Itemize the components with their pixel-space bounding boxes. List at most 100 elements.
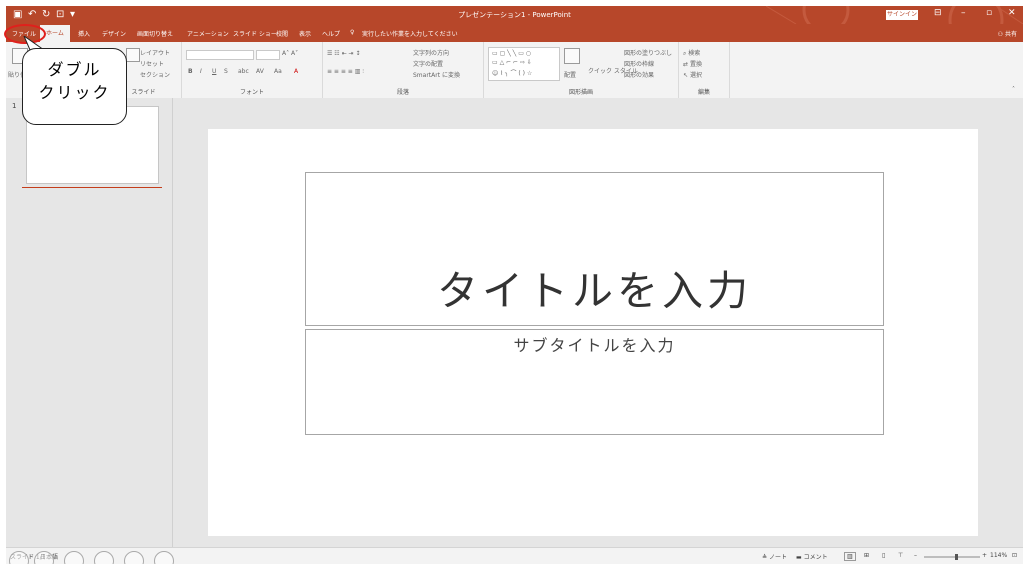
normal-view-icon[interactable]: ▥ bbox=[844, 552, 856, 561]
title-bar: ▣ ↶ ↻ ⊡ ▾ プレゼンテーション1 - PowerPoint サインイン … bbox=[6, 6, 1023, 24]
search-icon: ⌕ bbox=[683, 50, 687, 57]
bold-icon[interactable]: B bbox=[188, 68, 193, 75]
close-icon[interactable]: ✕ bbox=[1008, 8, 1016, 18]
overlay-circle-icon bbox=[9, 551, 29, 564]
shape-icons-row3: ☺ ⌇ ╮ ⌒ ( ) ☆ bbox=[492, 70, 533, 77]
fit-to-window-icon[interactable]: ⊡ bbox=[1012, 552, 1017, 559]
tab-transitions[interactable]: 画面切り替え bbox=[137, 29, 173, 38]
slide-canvas[interactable]: タイトルを入力 サブタイトルを入力 bbox=[208, 129, 978, 536]
grow-font-icon[interactable]: A˄ A˅ bbox=[282, 50, 298, 57]
overlay-pen-icon bbox=[64, 551, 84, 564]
shape-outline-button[interactable]: 図形の枠線 bbox=[624, 59, 654, 68]
comments-label: コメント bbox=[803, 554, 828, 561]
replace-button[interactable]: ⇄ 置換 bbox=[683, 59, 702, 68]
insertion-marker bbox=[22, 187, 162, 188]
group-editing-label: 編集 bbox=[697, 89, 710, 96]
title-placeholder-text: タイトルを入力 bbox=[437, 267, 752, 315]
layout-button[interactable]: レイアウト bbox=[140, 48, 170, 57]
replace-icon: ⇄ bbox=[683, 61, 689, 68]
align-text-button[interactable]: 文字の配置 bbox=[413, 59, 443, 68]
strikethrough-icon[interactable]: abc bbox=[238, 68, 249, 75]
group-drawing-label: 図形描画 bbox=[568, 89, 593, 96]
section-button[interactable]: セクション bbox=[140, 70, 170, 79]
new-slide-icon[interactable] bbox=[126, 48, 140, 62]
comments-button[interactable]: ▬ コメント bbox=[796, 552, 828, 561]
slide-sorter-icon[interactable]: ⊞ bbox=[864, 552, 869, 559]
char-spacing-icon[interactable]: AV bbox=[256, 68, 264, 75]
tab-slide-show[interactable]: スライド ショー bbox=[233, 29, 277, 38]
italic-icon[interactable]: I bbox=[200, 68, 202, 75]
tab-review[interactable]: 校閲 bbox=[276, 29, 288, 38]
text-direction-button[interactable]: 文字列の方向 bbox=[413, 48, 449, 57]
font-name-box[interactable] bbox=[186, 50, 254, 60]
screenshot-root: ▣ ↶ ↻ ⊡ ▾ プレゼンテーション1 - PowerPoint サインイン … bbox=[0, 0, 1024, 570]
tab-animations[interactable]: アニメーション bbox=[187, 29, 229, 38]
select-button[interactable]: ↖ 選択 bbox=[683, 70, 702, 79]
change-case-icon[interactable]: Aa bbox=[274, 68, 282, 75]
align-icons[interactable]: ≡ ≡ ≡ ≡ ▥ ⫶ bbox=[327, 68, 364, 76]
overlay-zoom-icon bbox=[124, 551, 144, 564]
replace-label: 置換 bbox=[689, 61, 702, 68]
share-label: 共有 bbox=[1004, 31, 1017, 38]
subtitle-placeholder[interactable]: サブタイトルを入力 bbox=[305, 329, 884, 435]
callout-text: ダブル クリック bbox=[38, 60, 111, 102]
overlay-slides-icon bbox=[94, 551, 114, 564]
group-font: A˄ A˅ B I U S abc AV Aa A フォント bbox=[182, 42, 323, 98]
instruction-callout: ダブル クリック bbox=[22, 48, 127, 125]
notes-button[interactable]: ≜ ノート bbox=[762, 552, 787, 561]
ribbon-display-options-icon[interactable]: ⊟ bbox=[934, 8, 942, 18]
slideshow-view-icon[interactable]: ⊤ bbox=[898, 552, 903, 559]
find-label: 検索 bbox=[688, 50, 701, 57]
group-font-label: フォント bbox=[239, 89, 264, 96]
shadow-icon[interactable]: S bbox=[224, 68, 228, 75]
zoom-level[interactable]: 114% bbox=[990, 552, 1007, 559]
notes-icon: ≜ bbox=[762, 554, 768, 561]
maximize-icon[interactable]: ▫ bbox=[986, 8, 992, 18]
overlay-more-icon bbox=[154, 551, 174, 564]
zoom-in-icon[interactable]: + bbox=[982, 552, 987, 559]
group-drawing: ▭ ▢ ╲ ╲ ▭ ○ ▭ △ ⌐ ⌐ ⇨ ⇩ ☺ ⌇ ╮ ⌒ ( ) ☆ 配置… bbox=[484, 42, 679, 98]
minimize-icon[interactable]: – bbox=[961, 8, 966, 18]
ribbon-home: 貼り付け レイアウト リセット セクション スライド A˄ A˅ B I U S… bbox=[6, 42, 1023, 99]
group-paragraph: ☰ ☷ ⇤ ⇥ ↕ ≡ ≡ ≡ ≡ ▥ ⫶ 文字列の方向 文字の配置 Smart… bbox=[323, 42, 484, 98]
title-placeholder[interactable]: タイトルを入力 bbox=[305, 172, 884, 326]
find-button[interactable]: ⌕ 検索 bbox=[683, 48, 700, 58]
ribbon-tab-bar: ファイル ホーム 挿入 デザイン 画面切り替え アニメーション スライド ショー… bbox=[6, 24, 1023, 42]
bullets-icon[interactable]: ☰ ☷ ⇤ ⇥ ↕ bbox=[327, 50, 360, 57]
tab-view[interactable]: 表示 bbox=[299, 29, 311, 38]
shape-icons-row2: ▭ △ ⌐ ⌐ ⇨ ⇩ bbox=[492, 59, 532, 66]
zoom-slider[interactable] bbox=[924, 554, 980, 560]
zoom-out-icon[interactable]: – bbox=[914, 552, 917, 559]
sign-in-button[interactable]: サインイン bbox=[886, 10, 918, 20]
slide-editing-area: タイトルを入力 サブタイトルを入力 bbox=[173, 98, 1023, 547]
collapse-ribbon-icon[interactable]: ˄ bbox=[1012, 86, 1015, 93]
font-color-icon[interactable]: A bbox=[294, 68, 298, 75]
tab-help[interactable]: ヘルプ bbox=[322, 29, 340, 38]
person-icon: ⚇ bbox=[997, 31, 1004, 38]
overlay-back-icon bbox=[34, 551, 54, 564]
status-bar: スライド 1/1 日本語 ≜ ノート ▬ コメント ▥ ⊞ ▯ ⊤ – + 11… bbox=[6, 547, 1023, 564]
cursor-icon: ↖ bbox=[683, 72, 689, 79]
lightbulb-icon: ♀ bbox=[350, 29, 355, 36]
tab-design[interactable]: デザイン bbox=[102, 29, 126, 38]
tab-insert[interactable]: 挿入 bbox=[78, 29, 90, 38]
comment-icon: ▬ bbox=[796, 554, 802, 561]
notes-label: ノート bbox=[768, 554, 787, 561]
group-paragraph-label: 段落 bbox=[396, 89, 409, 96]
reset-button[interactable]: リセット bbox=[140, 59, 164, 68]
slide-thumbnail-pane: 1 bbox=[6, 98, 173, 547]
shape-icons-row1: ▭ ▢ ╲ ╲ ▭ ○ bbox=[492, 50, 532, 57]
tell-me-box[interactable]: 実行したい作業を入力してください bbox=[362, 29, 458, 38]
underline-icon[interactable]: U bbox=[212, 68, 216, 75]
shape-fill-button[interactable]: 図形の塗りつぶし bbox=[624, 48, 672, 57]
arrange-button[interactable]: 配置 bbox=[564, 70, 576, 79]
slide-number: 1 bbox=[12, 102, 17, 110]
arrange-icon[interactable] bbox=[564, 48, 580, 64]
font-size-box[interactable] bbox=[256, 50, 280, 60]
shape-effects-button[interactable]: 図形の効果 bbox=[624, 70, 654, 79]
share-button[interactable]: ⚇ 共有 bbox=[998, 29, 1017, 38]
group-editing: ⌕ 検索 ⇄ 置換 ↖ 選択 編集 bbox=[679, 42, 730, 98]
reading-view-icon[interactable]: ▯ bbox=[882, 552, 885, 559]
subtitle-placeholder-text: サブタイトルを入力 bbox=[513, 336, 676, 355]
convert-smartart-button[interactable]: SmartArt に変換 bbox=[413, 70, 460, 79]
